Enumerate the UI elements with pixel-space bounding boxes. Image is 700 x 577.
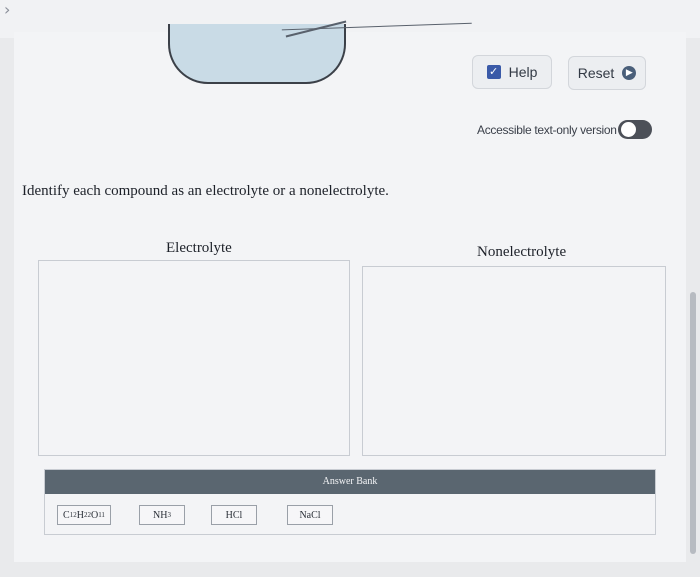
chip-nacl[interactable]: NaCl xyxy=(287,505,333,525)
answer-bank: Answer Bank C 12 H 22 O 11 NH 3 HCl NaCl xyxy=(44,469,656,535)
toggle-knob xyxy=(621,122,636,137)
chip-sucrose[interactable]: C 12 H 22 O 11 xyxy=(57,505,111,525)
answer-bank-title: Answer Bank xyxy=(45,470,655,494)
scrollbar[interactable] xyxy=(690,292,696,554)
nonelectrolyte-bin-label: Nonelectrolyte xyxy=(477,244,567,260)
checkbox-icon: ✓ xyxy=(486,65,501,79)
chip-ammonia[interactable]: NH 3 xyxy=(139,505,185,525)
accessible-version-toggle[interactable] xyxy=(618,120,652,139)
reset-button[interactable]: Reset ▶ xyxy=(568,56,646,90)
reset-button-label: Reset xyxy=(577,65,615,81)
help-button-label: Help xyxy=(508,64,538,80)
accessible-version-label: Accessible text-only version xyxy=(477,123,617,137)
nonelectrolyte-dropzone[interactable] xyxy=(362,266,666,456)
question-prompt: Identify each compound as an electrolyte… xyxy=(22,183,389,199)
chevron-right-icon[interactable]: › xyxy=(4,0,10,19)
chip-hcl[interactable]: HCl xyxy=(211,505,257,525)
electrolyte-dropzone[interactable] xyxy=(38,260,350,456)
arrow-right-icon: ▶ xyxy=(622,66,637,80)
help-button[interactable]: ✓ Help xyxy=(472,55,552,89)
electrolyte-bin-label: Electrolyte xyxy=(166,240,232,256)
